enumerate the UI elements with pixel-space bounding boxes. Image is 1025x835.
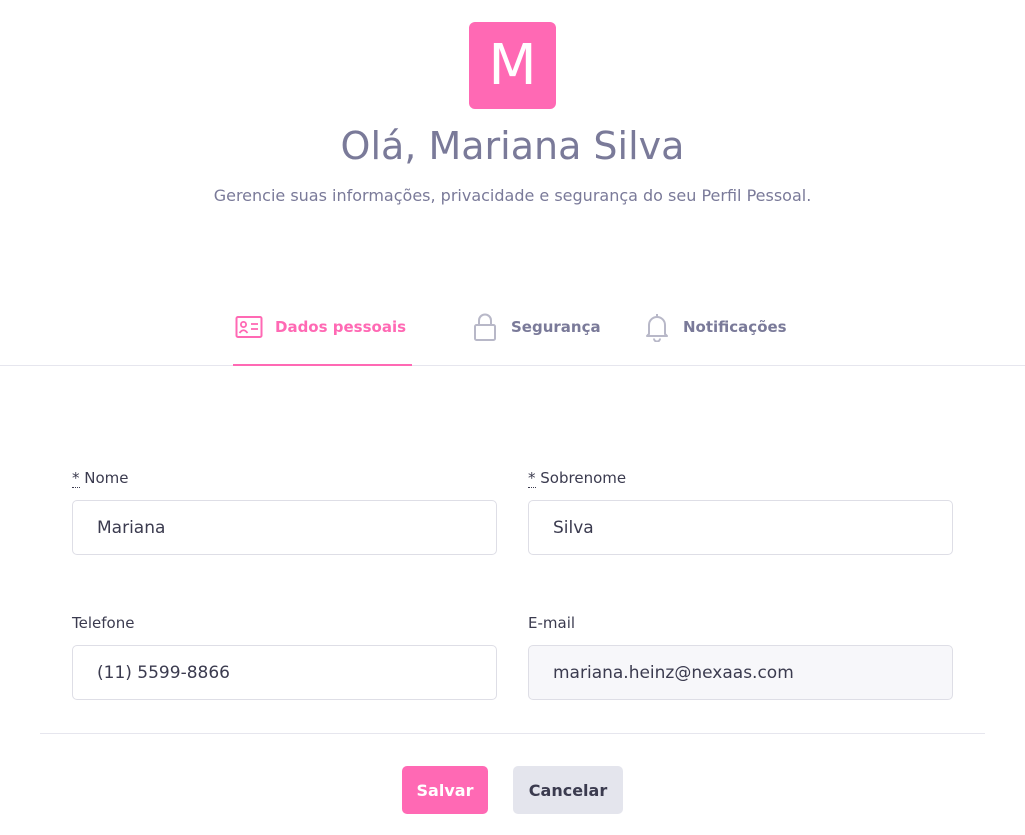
cancel-button[interactable]: Cancelar (513, 766, 623, 814)
email-label-text: E-mail (528, 614, 576, 632)
tabs-divider (0, 365, 1025, 366)
email-label: E-mail (528, 613, 575, 633)
tabs-bar: Dados pessoais Segurança Notificações (0, 288, 1025, 366)
id-card-icon (235, 312, 263, 342)
tab-seguranca[interactable]: Segurança (471, 288, 601, 365)
tab-dados-pessoais[interactable]: Dados pessoais (235, 288, 406, 365)
first-name-field[interactable] (72, 500, 497, 555)
page-subtitle: Gerencie suas informações, privacidade e… (213, 186, 812, 205)
form-divider (40, 733, 985, 734)
tab-label: Segurança (511, 317, 601, 336)
avatar-letter: M (488, 32, 537, 98)
first-name-label-text: Nome (84, 469, 129, 487)
bell-icon (643, 312, 671, 342)
first-name-label: * Nome (72, 468, 129, 488)
save-button[interactable]: Salvar (402, 766, 488, 814)
last-name-field[interactable] (528, 500, 953, 555)
phone-label: Telefone (72, 613, 134, 633)
required-mark: * (528, 469, 536, 488)
last-name-label-text: Sobrenome (540, 469, 627, 487)
last-name-label: * Sobrenome (528, 468, 626, 488)
lock-icon (471, 312, 499, 342)
tab-label: Dados pessoais (275, 317, 407, 336)
active-tab-indicator (233, 364, 412, 366)
page-title: Olá, Mariana Silva (340, 124, 685, 168)
tab-label: Notificações (683, 317, 787, 336)
avatar: M (469, 22, 556, 109)
profile-page: M Olá, Mariana Silva Gerencie suas infor… (0, 0, 1025, 835)
required-mark: * (72, 469, 80, 488)
phone-field[interactable] (72, 645, 497, 700)
phone-label-text: Telefone (72, 614, 135, 632)
email-field[interactable] (528, 645, 953, 700)
tab-notificacoes[interactable]: Notificações (643, 288, 787, 365)
